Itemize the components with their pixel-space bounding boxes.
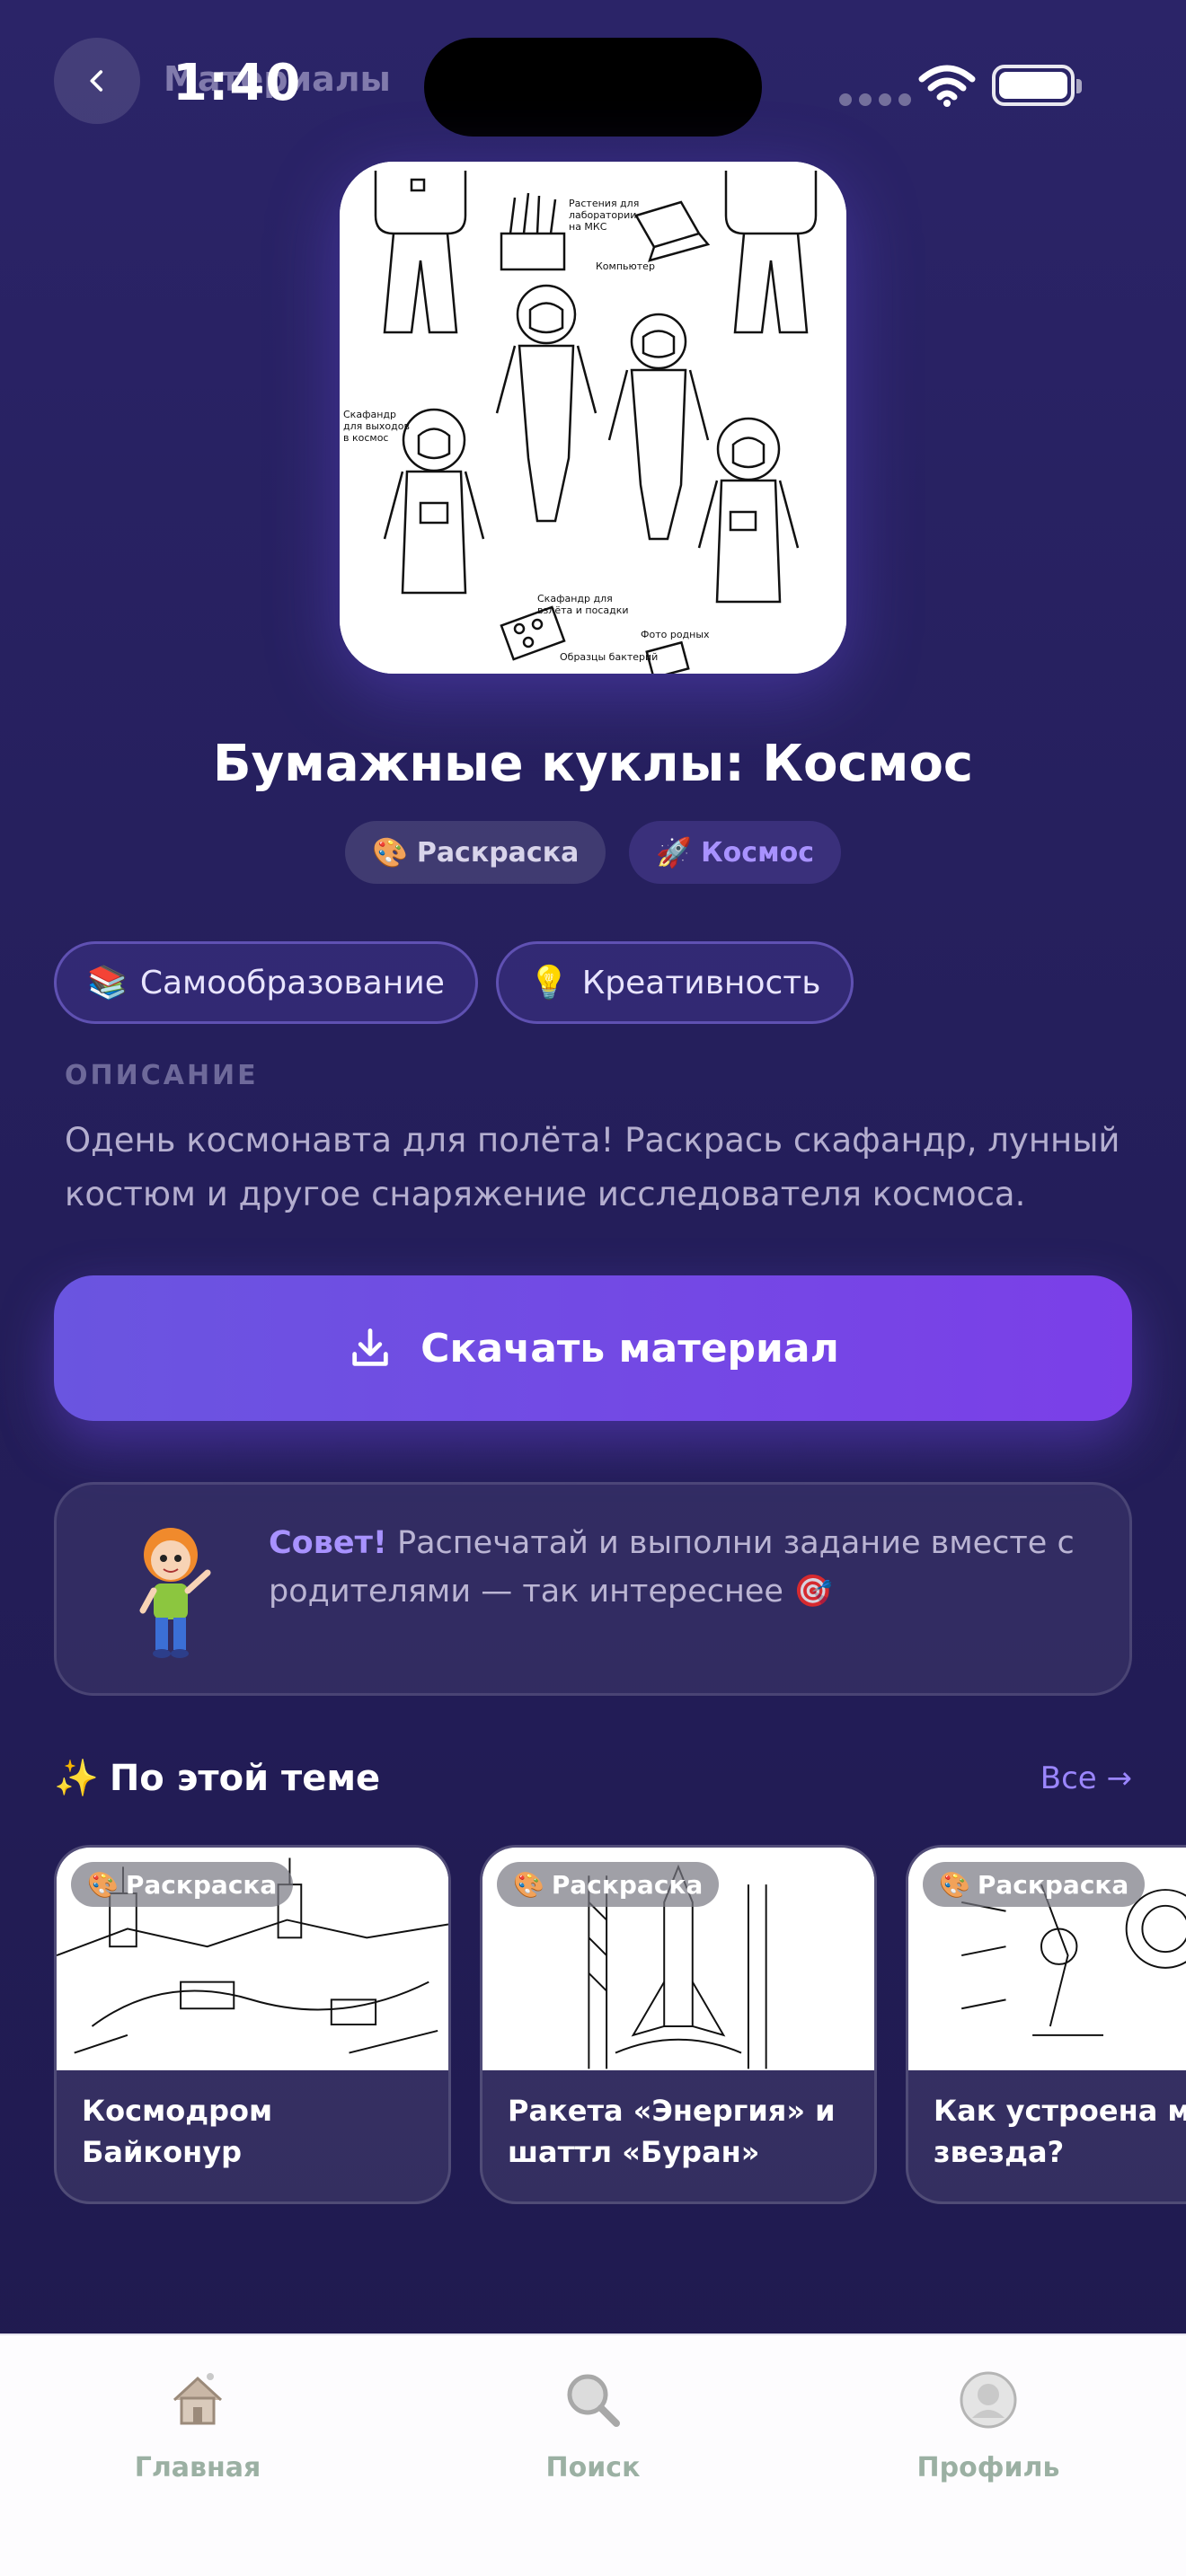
related-title-label: По этой теме bbox=[109, 1757, 381, 1799]
battery-icon bbox=[992, 65, 1082, 106]
related-carousel[interactable]: 🎨 Раскраска Космодром Байконур 🎨 Раскраска… bbox=[54, 1845, 1186, 2204]
tab-label: Профиль bbox=[916, 2452, 1060, 2483]
card-title: Ракета «Энергия» и шаттл «Буран» bbox=[508, 2094, 836, 2169]
type-chip-label: Раскраска bbox=[416, 836, 580, 869]
tab-search[interactable]: Поиск bbox=[458, 2368, 728, 2483]
description-label: ОПИСАНИЕ bbox=[65, 1060, 259, 1091]
status-time: 1:40 bbox=[173, 54, 302, 112]
svg-text:Скафандр: Скафандр bbox=[343, 409, 396, 420]
svg-text:Образцы бактерий: Образцы бактерий bbox=[560, 651, 658, 663]
kid-mascot-icon bbox=[139, 1528, 211, 1658]
books-icon: 📚 bbox=[87, 965, 128, 1001]
topic-chip-label: Космос bbox=[701, 836, 814, 869]
lightbulb-icon: 💡 bbox=[528, 965, 570, 1001]
see-all-link[interactable]: Все → bbox=[1040, 1760, 1132, 1796]
svg-text:лаборатории: лаборатории bbox=[569, 209, 636, 221]
download-button-label: Скачать материал bbox=[420, 1325, 839, 1372]
svg-text:Растения для: Растения для bbox=[569, 198, 639, 209]
palette-icon: 🎨 bbox=[513, 1869, 544, 1900]
svg-text:взлёта и посадки: взлёта и посадки bbox=[537, 604, 629, 616]
tip-body: Распечатай и выполни задание вместе с ро… bbox=[269, 1525, 1075, 1610]
home-icon bbox=[173, 2373, 223, 2425]
profile-icon bbox=[960, 2371, 1017, 2429]
palette-icon: 🎨 bbox=[939, 1869, 970, 1900]
status-bar: Материалы 1:40 bbox=[0, 0, 1186, 162]
svg-text:в космос: в космос bbox=[343, 432, 388, 444]
signal-icon bbox=[839, 93, 911, 106]
tag-self-education[interactable]: 📚 Самообразование bbox=[54, 941, 478, 1024]
card-title: Космодром Байконур bbox=[82, 2094, 273, 2169]
material-preview-image[interactable]: Растения для лаборатории на МКС Компьюте… bbox=[340, 162, 846, 674]
download-icon bbox=[352, 1328, 388, 1366]
tab-bar: Главная Поиск Профиль bbox=[0, 2333, 1186, 2576]
search-icon bbox=[567, 2374, 620, 2427]
sparkles-icon: ✨ bbox=[54, 1758, 99, 1799]
chevron-left-icon bbox=[90, 70, 103, 92]
topic-chip[interactable]: 🚀 Космос bbox=[629, 821, 841, 884]
related-card[interactable]: 🎨 Раскраска Космодром Байконур bbox=[54, 1845, 451, 2204]
tab-label: Поиск bbox=[545, 2452, 641, 2483]
related-section-header: ✨ По этой теме Все → bbox=[54, 1757, 1132, 1800]
tab-profile[interactable]: Профиль bbox=[854, 2368, 1123, 2483]
skill-tags: 📚 Самообразование 💡 Креативность bbox=[54, 941, 854, 1024]
back-button[interactable] bbox=[54, 38, 140, 124]
related-card[interactable]: 🎨 Раскраска Ракета «Энергия» и шаттл «Бур… bbox=[480, 1845, 877, 2204]
svg-text:Фото родных: Фото родных bbox=[641, 629, 710, 640]
tab-home[interactable]: Главная bbox=[63, 2368, 332, 2483]
card-badge: 🎨 Раскраска bbox=[923, 1862, 1146, 1907]
palette-icon: 🎨 bbox=[371, 835, 408, 869]
card-badge: 🎨 Раскраска bbox=[497, 1862, 720, 1907]
wifi-icon bbox=[918, 65, 976, 107]
description-text: Одень космонавта для полёта! Раскрась ск… bbox=[65, 1121, 1120, 1213]
related-card[interactable]: 🎨Раскраска Как устроена мор звезда? bbox=[906, 1845, 1186, 2204]
svg-text:для выходов: для выходов bbox=[343, 420, 410, 432]
related-title: ✨ По этой теме bbox=[54, 1757, 381, 1800]
palette-icon: 🎨 bbox=[87, 1869, 119, 1900]
svg-text:Компьютер: Компьютер bbox=[596, 260, 655, 272]
tip-card: Совет! Распечатай и выполни задание вмес… bbox=[54, 1482, 1132, 1696]
astronaut-coloring-illustration: Растения для лаборатории на МКС Компьюте… bbox=[340, 162, 846, 674]
tag-label: Самообразование bbox=[139, 964, 445, 1001]
tag-label: Креативность bbox=[581, 964, 821, 1001]
download-button[interactable]: Скачать материал bbox=[54, 1275, 1132, 1421]
svg-text:на МКС: на МКС bbox=[569, 221, 607, 233]
tip-lead: Совет! bbox=[269, 1525, 387, 1561]
dynamic-island bbox=[424, 38, 762, 137]
tag-creativity[interactable]: 💡 Креативность bbox=[495, 941, 854, 1024]
tip-text: Совет! Распечатай и выполни задание вмес… bbox=[269, 1519, 1077, 1616]
card-title: Как устроена мор звезда? bbox=[934, 2094, 1186, 2169]
tab-label: Главная bbox=[134, 2452, 261, 2483]
material-title: Бумажные куклы: Космос bbox=[212, 735, 974, 793]
type-chip[interactable]: 🎨 Раскраска bbox=[344, 821, 606, 884]
card-badge: 🎨 Раскраска bbox=[71, 1862, 294, 1907]
category-chips: 🎨 Раскраска 🚀 Космос bbox=[0, 821, 1186, 884]
svg-text:Скафандр для: Скафандр для bbox=[537, 593, 613, 604]
rocket-icon: 🚀 bbox=[656, 835, 693, 869]
